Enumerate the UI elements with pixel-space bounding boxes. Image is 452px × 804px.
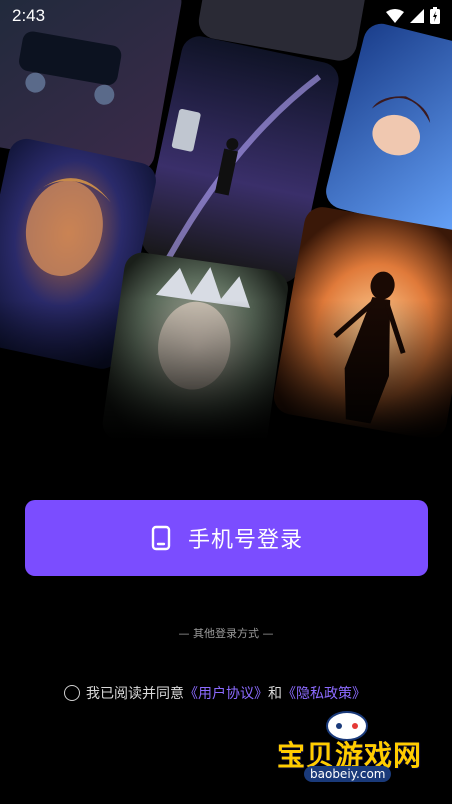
user-agreement-link[interactable]: 《用户协议》 (184, 683, 268, 703)
status-time: 2:43 (12, 6, 46, 25)
phone-login-button[interactable]: 手机号登录 (25, 500, 428, 576)
phone-icon (151, 525, 171, 551)
status-icons (386, 7, 440, 24)
battery-icon (430, 7, 440, 24)
collage-fade (0, 300, 452, 440)
agreement-and: 和 (268, 686, 282, 702)
agreement-checkbox[interactable] (64, 685, 80, 701)
agreement-prefix: 我已阅读并同意 (86, 686, 184, 702)
phone-login-label: 手机号登录 (187, 528, 303, 553)
signal-icon (410, 8, 424, 23)
watermark: 宝贝游戏网 baobeiy.com (272, 706, 422, 796)
privacy-policy-link[interactable]: 《隐私政策》 (282, 683, 366, 703)
status-bar: 2:43 (0, 0, 452, 32)
other-login-methods[interactable]: — 其他登录方式 — (0, 625, 452, 641)
agreement-row: 我已阅读并同意 《用户协议》 和 《隐私政策》 (64, 683, 366, 703)
artwork-collage (0, 0, 452, 440)
wifi-icon (386, 8, 404, 23)
watermark-url: baobeiy.com (304, 766, 392, 782)
